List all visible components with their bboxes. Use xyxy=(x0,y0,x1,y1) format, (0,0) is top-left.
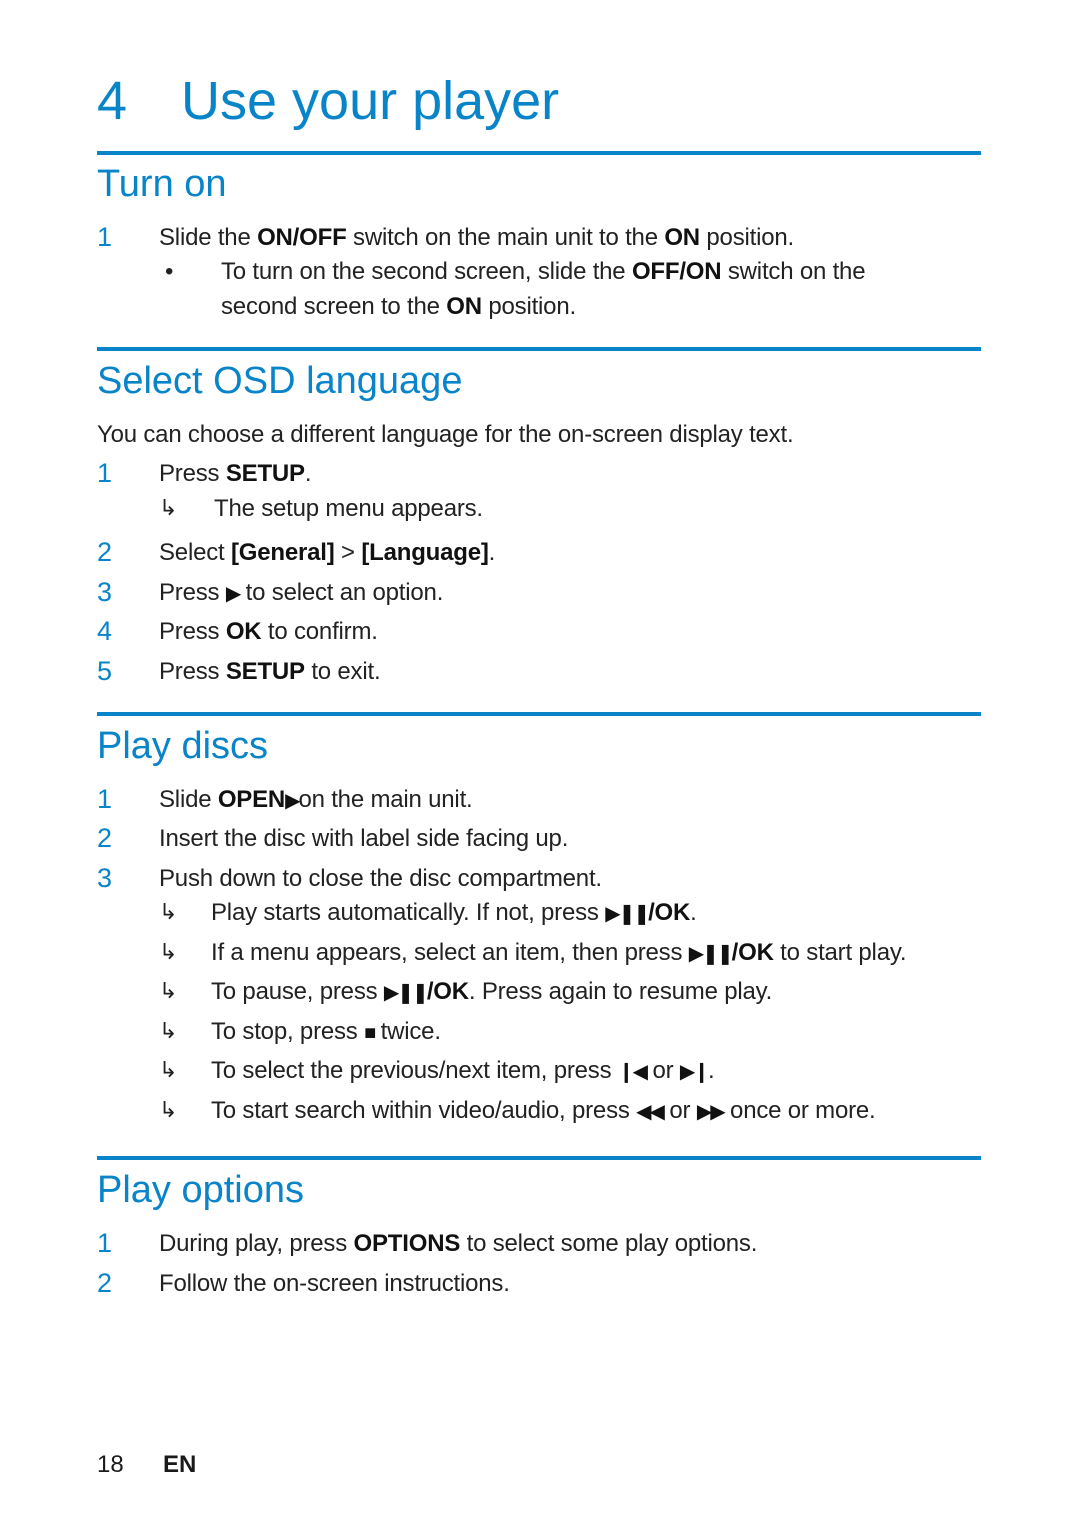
section-divider xyxy=(97,1156,981,1160)
step-text: Insert the disc with label side facing u… xyxy=(159,825,569,852)
section-divider xyxy=(97,347,981,351)
result-arrow-icon: ↳ xyxy=(159,978,178,1003)
heading-turn-on: Turn on xyxy=(97,163,227,205)
step-number: 1 xyxy=(97,458,113,488)
play-pause-icon: ▶❚❚ xyxy=(383,982,429,1004)
step-text: Follow the on-screen instructions. xyxy=(159,1270,510,1297)
heading-play-options: Play options xyxy=(97,1169,305,1211)
bullet-text-line2: second screen to the ON position. xyxy=(221,293,576,320)
step-text: Press OK to confirm. xyxy=(159,618,378,645)
stop-icon: ■ xyxy=(364,1022,376,1044)
result-text: To start search within video/audio, pres… xyxy=(211,1097,876,1124)
step-number: 1 xyxy=(97,222,113,252)
step-number: 5 xyxy=(97,656,113,686)
section-divider xyxy=(97,712,981,716)
result-text: To pause, press ▶❚❚/OK. Press again to r… xyxy=(211,978,773,1005)
step-text: Press SETUP. xyxy=(159,460,312,487)
result-text: The setup menu appears. xyxy=(214,495,483,522)
step-text: Slide the ON/OFF switch on the main unit… xyxy=(159,224,794,251)
language-code: EN xyxy=(163,1451,197,1478)
result-arrow-icon: ↳ xyxy=(159,1097,178,1122)
bullet-glyph: • xyxy=(165,258,174,285)
fast-forward-icon: ▶▶ xyxy=(696,1101,726,1123)
step-number: 3 xyxy=(97,863,113,893)
result-text: To stop, press ■ twice. xyxy=(211,1018,441,1045)
step-text: During play, press OPTIONS to select som… xyxy=(159,1230,758,1257)
step-number: 1 xyxy=(97,784,113,814)
step-number: 4 xyxy=(97,616,113,646)
result-text: If a menu appears, select an item, then … xyxy=(211,939,907,966)
page-number: 18 xyxy=(97,1451,124,1478)
step-number: 1 xyxy=(97,1228,113,1258)
result-arrow-icon: ↳ xyxy=(159,939,178,964)
result-text: Play starts automatically. If not, press… xyxy=(211,899,697,926)
step-number: 2 xyxy=(97,537,113,567)
step-number: 2 xyxy=(97,823,113,853)
step-text: Select [General] > [Language]. xyxy=(159,539,496,566)
step-text: Press ▶ to select an option. xyxy=(159,579,444,606)
play-pause-icon: ▶❚❚ xyxy=(688,943,734,965)
bullet-text-line1: To turn on the second screen, slide the … xyxy=(221,258,866,285)
result-arrow-icon: ↳ xyxy=(159,1057,178,1082)
step-number: 2 xyxy=(97,1268,113,1298)
previous-icon: ❙◀ xyxy=(617,1061,648,1083)
result-arrow-icon: ↳ xyxy=(159,899,178,924)
section-divider xyxy=(97,151,981,155)
intro-text: You can choose a different language for … xyxy=(97,421,794,448)
step-text: Slide OPEN▶on the main unit. xyxy=(159,786,473,813)
chapter-number: 4 xyxy=(97,71,128,131)
step-text: Press SETUP to exit. xyxy=(159,658,381,685)
step-text: Push down to close the disc compartment. xyxy=(159,865,602,892)
play-pause-icon: ▶❚❚ xyxy=(605,903,650,925)
result-arrow-icon: ↳ xyxy=(159,1018,178,1043)
next-icon: ▶❙ xyxy=(679,1061,710,1083)
heading-select-osd-language: Select OSD language xyxy=(97,360,463,402)
chapter-title: 4 Use your player xyxy=(97,68,559,134)
result-text: To select the previous/next item, press … xyxy=(211,1057,715,1084)
result-arrow-icon: ↳ xyxy=(159,495,178,520)
rewind-icon: ◀◀ xyxy=(636,1101,665,1123)
play-icon: ▶ xyxy=(225,583,241,605)
step-number: 3 xyxy=(97,577,113,607)
chapter-title-text: Use your player xyxy=(181,71,560,131)
play-icon: ▶ xyxy=(285,790,300,812)
heading-play-discs: Play discs xyxy=(97,725,269,767)
